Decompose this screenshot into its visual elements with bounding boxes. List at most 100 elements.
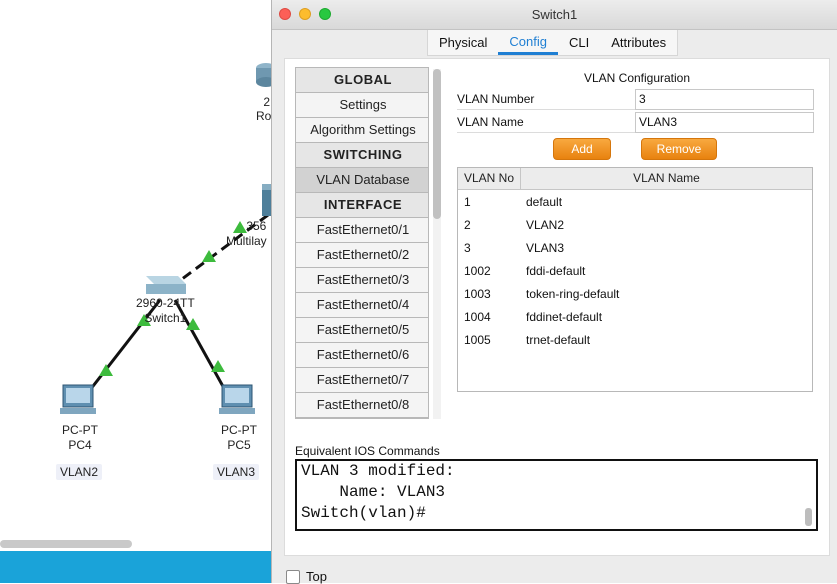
config-panel: GLOBAL Settings Algorithm Settings SWITC… (284, 58, 830, 556)
remove-button[interactable]: Remove (641, 138, 717, 160)
nav-header-global[interactable]: GLOBAL (296, 68, 428, 93)
config-nav: GLOBAL Settings Algorithm Settings SWITC… (295, 67, 429, 419)
vlan-name-cell: fddi-default (526, 264, 586, 278)
vlan-name-field[interactable]: VLAN3 (635, 112, 814, 133)
multilayer-label: 356 Multilay (226, 219, 267, 249)
field-divider (457, 109, 635, 110)
pc5-model-label: PC-PT (221, 423, 257, 437)
nav-item-fastethernet0-4[interactable]: FastEthernet0/4 (296, 293, 428, 318)
top-checkbox-label: Top (306, 569, 327, 584)
ios-line: VLAN 3 modified: (301, 462, 455, 480)
table-row[interactable]: 1004 fddinet-default (458, 306, 812, 329)
tab-bar: Physical Config CLI Attributes (427, 30, 679, 56)
vlan-no-cell: 1003 (464, 287, 491, 301)
add-button[interactable]: Add (553, 138, 611, 160)
router-label: 2 Ro (256, 95, 271, 123)
status-bar (0, 551, 272, 583)
switch1-name-label: Switch1 (144, 311, 187, 325)
pc5-name-label: PC5 (227, 438, 251, 452)
vlan-name-label: VLAN Name (457, 115, 524, 129)
router-label-line2: Ro (256, 109, 272, 123)
switch1-model-label: 2960-24TT (136, 296, 195, 310)
table-row[interactable]: 1 default (458, 191, 812, 214)
link-status-icon (233, 221, 247, 233)
nav-item-settings[interactable]: Settings (296, 93, 428, 118)
tab-cli[interactable]: CLI (558, 30, 600, 55)
pc4-vlan-tag: VLAN2 (56, 464, 103, 480)
ios-line: Name: VLAN3 (301, 483, 446, 501)
top-option[interactable]: Top (286, 569, 327, 584)
router-icon[interactable] (256, 63, 272, 87)
nav-header-switching[interactable]: SWITCHING (296, 143, 428, 168)
vlan-table-header: VLAN No VLAN Name (458, 168, 812, 190)
vlan-name-cell: VLAN3 (526, 241, 565, 255)
vlan-name-cell: fddinet-default (526, 310, 603, 324)
vlan-name-cell: VLAN2 (526, 218, 565, 232)
column-header-vlan-name[interactable]: VLAN Name (521, 168, 812, 189)
nav-item-fastethernet0-7[interactable]: FastEthernet0/7 (296, 368, 428, 393)
ios-commands-console[interactable]: VLAN 3 modified: Name: VLAN3 Switch(vlan… (295, 459, 818, 531)
multilayer-label-line1: 356 (246, 219, 267, 233)
tab-config[interactable]: Config (498, 30, 558, 55)
vlan-number-label: VLAN Number (457, 92, 535, 106)
window-titlebar[interactable]: Switch1 (272, 0, 837, 30)
field-divider (457, 132, 635, 133)
vlan-no-cell: 1002 (464, 264, 491, 278)
pc5-icon[interactable] (219, 384, 255, 414)
vlan-table: VLAN No VLAN Name 1 default 2 VLAN2 3 VL… (457, 167, 813, 392)
nav-item-fastethernet0-2[interactable]: FastEthernet0/2 (296, 243, 428, 268)
pc4-label: PC-PT PC4 (62, 423, 98, 453)
pc5-label: PC-PT PC5 (221, 423, 257, 453)
tab-attributes[interactable]: Attributes (600, 30, 677, 55)
router-label-line1: 2 (263, 95, 271, 109)
tab-physical[interactable]: Physical (428, 30, 498, 55)
minimize-icon[interactable] (299, 8, 311, 20)
switch1-label: 2960-24TT Switch1 (136, 296, 195, 326)
vlan-name-cell: default (526, 195, 563, 209)
nav-item-fastethernet0-1[interactable]: FastEthernet0/1 (296, 218, 428, 243)
nav-header-interface[interactable]: INTERFACE (296, 193, 428, 218)
table-row[interactable]: 2 VLAN2 (458, 214, 812, 237)
vlan-no-cell: 1004 (464, 310, 491, 324)
config-nav-list: GLOBAL Settings Algorithm Settings SWITC… (296, 68, 428, 418)
link-status-icon (99, 364, 113, 376)
ios-commands-label: Equivalent IOS Commands (295, 444, 440, 458)
table-row[interactable]: 1005 trnet-default (458, 329, 812, 352)
nav-item-fastethernet0-5[interactable]: FastEthernet0/5 (296, 318, 428, 343)
table-row[interactable]: 1002 fddi-default (458, 260, 812, 283)
vlan-config-title: VLAN Configuration (583, 71, 691, 85)
pc4-name-label: PC4 (68, 438, 92, 452)
pc4-model-label: PC-PT (62, 423, 98, 437)
nav-scrollbar-thumb[interactable] (433, 69, 441, 219)
nav-item-vlan-database[interactable]: VLAN Database (296, 168, 428, 193)
switch-icon[interactable] (146, 276, 186, 294)
nav-scrollbar[interactable] (433, 69, 441, 419)
maximize-icon[interactable] (319, 8, 331, 20)
vlan-no-cell: 2 (464, 218, 471, 232)
pc5-vlan-tag: VLAN3 (213, 464, 260, 480)
nav-item-fastethernet0-8[interactable]: FastEthernet0/8 (296, 393, 428, 418)
nav-item-fastethernet0-6[interactable]: FastEthernet0/6 (296, 343, 428, 368)
nav-item-fastethernet0-3[interactable]: FastEthernet0/3 (296, 268, 428, 293)
vlan-number-field[interactable]: 3 (635, 89, 814, 110)
vlan-name-cell: token-ring-default (526, 287, 620, 301)
topology-canvas[interactable]: 2 Ro 356 Multilay 2960-24TT Switch1 PC-P… (0, 0, 272, 583)
topology-horizontal-scrollbar[interactable] (0, 540, 132, 548)
close-icon[interactable] (279, 8, 291, 20)
vlan-no-cell: 1 (464, 195, 471, 209)
ios-scrollbar-thumb[interactable] (805, 508, 812, 526)
table-row[interactable]: 3 VLAN3 (458, 237, 812, 260)
topology-links (60, 63, 272, 414)
vlan-no-cell: 3 (464, 241, 471, 255)
window-title: Switch1 (531, 7, 578, 22)
column-header-vlan-no[interactable]: VLAN No (458, 168, 521, 189)
vlan-no-cell: 1005 (464, 333, 491, 347)
ios-line: Switch(vlan)# (301, 504, 426, 522)
multilayer-label-line2: Multilay (226, 234, 267, 248)
top-checkbox[interactable] (286, 569, 300, 584)
vlan-name-cell: trnet-default (526, 333, 591, 347)
nav-item-algorithm-settings[interactable]: Algorithm Settings (296, 118, 428, 143)
table-row[interactable]: 1003 token-ring-default (458, 283, 812, 306)
device-window: Switch1 Physical Config CLI Attributes G… (271, 0, 837, 584)
pc4-icon[interactable] (60, 384, 96, 414)
